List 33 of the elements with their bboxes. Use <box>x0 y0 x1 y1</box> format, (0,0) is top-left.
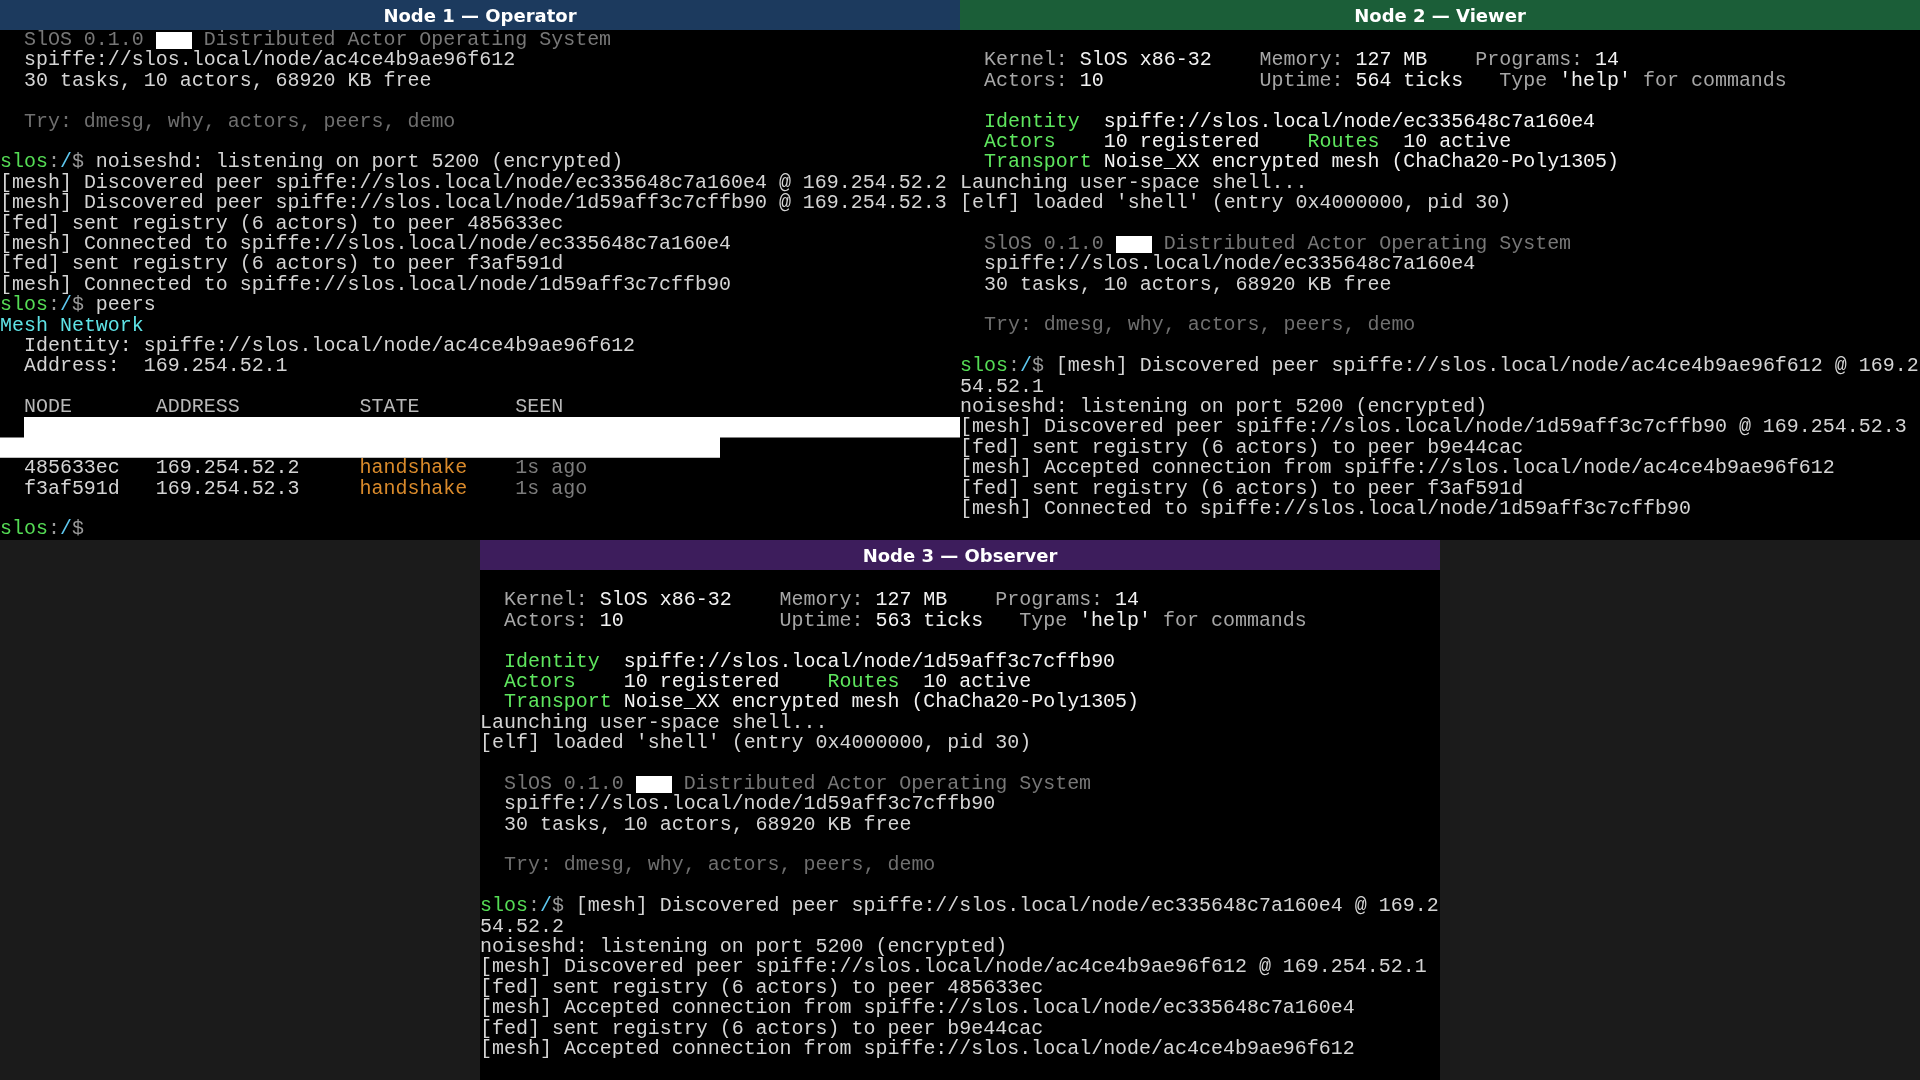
column-header: ADDRESS <box>155 395 240 419</box>
column-header: NODE <box>23 395 72 419</box>
os-version: SlOS 0.1.0 <box>23 30 144 51</box>
os-tagline: Distributed Actor Operating System <box>683 773 1092 795</box>
hint-text: Try: dmesg, why, actors, peers, demo <box>983 313 1416 337</box>
panel-header: Node 3 — Observer <box>480 540 1440 570</box>
column-header: STATE <box>359 395 420 419</box>
log-line: [elf] loaded 'shell' (entry 0x4000000, pid 30) <box>480 731 1032 755</box>
log-line: [elf] loaded 'shell' (entry 0x4000000, pid 30) <box>960 191 1512 215</box>
hint-text: Try: dmesg, why, actors, peers, demo <box>503 853 936 877</box>
field-label: Address: <box>23 354 120 378</box>
log-line: [mesh] Connected to spiffe://slos.local/node/1d59aff3c7cffb90 <box>960 497 1691 520</box>
os-tagline: Distributed Actor Operating System <box>203 30 612 51</box>
info-value: 14 <box>1115 588 1140 612</box>
help-tip: Type 'help' for commands <box>1499 70 1787 92</box>
os-tagline: Distributed Actor Operating System <box>1163 233 1572 255</box>
os-version: SlOS 0.1.0 <box>983 233 1104 255</box>
info-value: 14 <box>1595 48 1620 72</box>
help-tip: Type 'help' for commands <box>1019 610 1307 632</box>
log-line: [mesh] Accepted connection from spiffe://slos.local/node/ac4ce4b9ae96f612 <box>480 1037 1355 1060</box>
block-icon <box>155 31 192 49</box>
column-header: SEEN <box>515 395 564 419</box>
field-value: spiffe://slos.local/node/ac4ce4b9ae96f612 <box>143 335 636 357</box>
info-label: Programs: <box>995 588 1104 612</box>
command-line: slos:/$ <box>0 517 84 540</box>
hint-text: Try: dmesg, why, actors, peers, demo <box>23 109 456 133</box>
field-value: 169.254.52.1 <box>143 356 288 377</box>
panel-header: Node 1 — Operator <box>0 0 960 30</box>
os-version: SlOS 0.1.0 <box>503 773 624 795</box>
info-label: Programs: <box>1475 48 1584 72</box>
block-icon <box>635 775 672 793</box>
block-icon <box>1115 235 1152 253</box>
panel-header: Node 2 — Viewer <box>960 0 1920 30</box>
